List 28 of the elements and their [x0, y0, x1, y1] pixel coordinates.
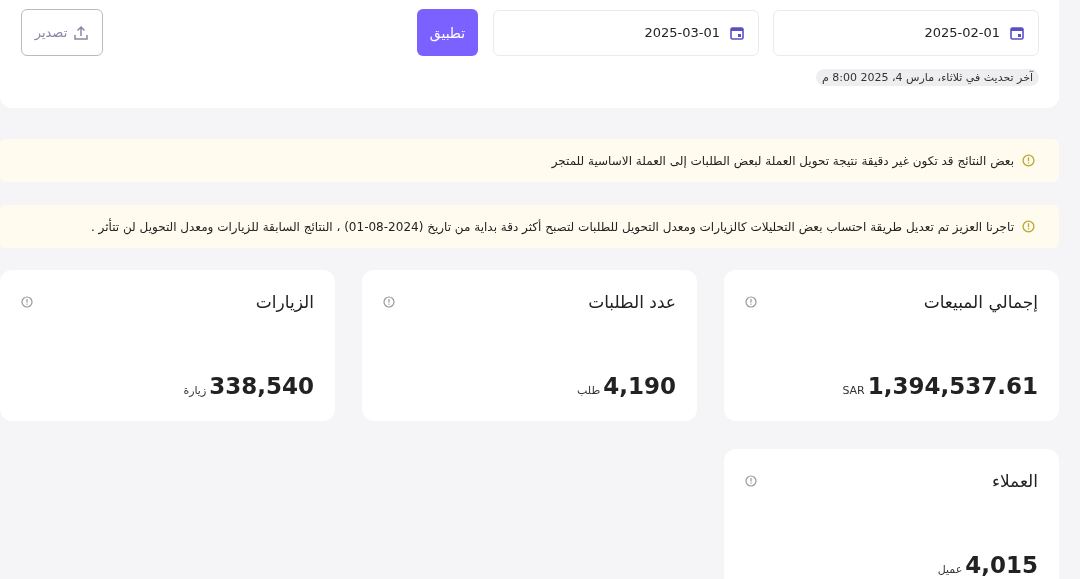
info-icon — [745, 296, 757, 308]
stat-unit: زيارة — [183, 384, 207, 397]
upload-icon — [73, 24, 90, 41]
stat-title: إجمالي المبيعات — [923, 292, 1038, 312]
stat-unit: طلب — [577, 384, 601, 397]
stat-unit: عميل — [937, 563, 963, 576]
calendar-icon — [1010, 25, 1024, 40]
info-icon — [383, 296, 395, 308]
stat-unit: SAR — [842, 384, 865, 397]
last-updated-label: آخر تحديث في ثلاثاء، مارس 4، 2025 8:00 م — [816, 69, 1039, 86]
stat-title: الزيارات — [255, 292, 314, 312]
date-field[interactable]: 2025-02-01 — [773, 9, 1039, 56]
stat-title: عدد الطلبات — [588, 292, 676, 312]
export-button[interactable]: تصدير — [21, 9, 103, 56]
apply-button[interactable]: تطبيق — [417, 9, 478, 56]
info-icon — [21, 296, 33, 308]
stat-value: 4,190 — [603, 373, 676, 399]
warning-text: تاجرنا العزيز تم تعديل طريقة احتساب بعض التحليلات كالزيارات ومعدل التحويل للطلبات لتصبح أكثر دقة بداية من تاريخ (2024-08-01) ، النتائج السابقة للزيارات ومعدل التحويل لن تتأثر . — [90, 219, 1014, 234]
stat-title: العملاء — [991, 471, 1038, 491]
calendar-icon — [730, 25, 744, 40]
info-icon — [1022, 154, 1035, 167]
warning-text: بعض النتائج قد تكون غير دقيقة نتيجة تحويل العملة لبعض الطلبات إلى العملة الاساسية للمتجر — [551, 153, 1014, 168]
stat-value: 4,015 — [965, 552, 1038, 578]
date-field[interactable]: 2025-03-01 — [493, 9, 759, 56]
info-icon — [745, 475, 757, 487]
stat-value: 338,540 — [209, 373, 314, 399]
stat-value: 1,394,537.61 — [867, 373, 1038, 399]
info-icon — [1022, 220, 1035, 233]
